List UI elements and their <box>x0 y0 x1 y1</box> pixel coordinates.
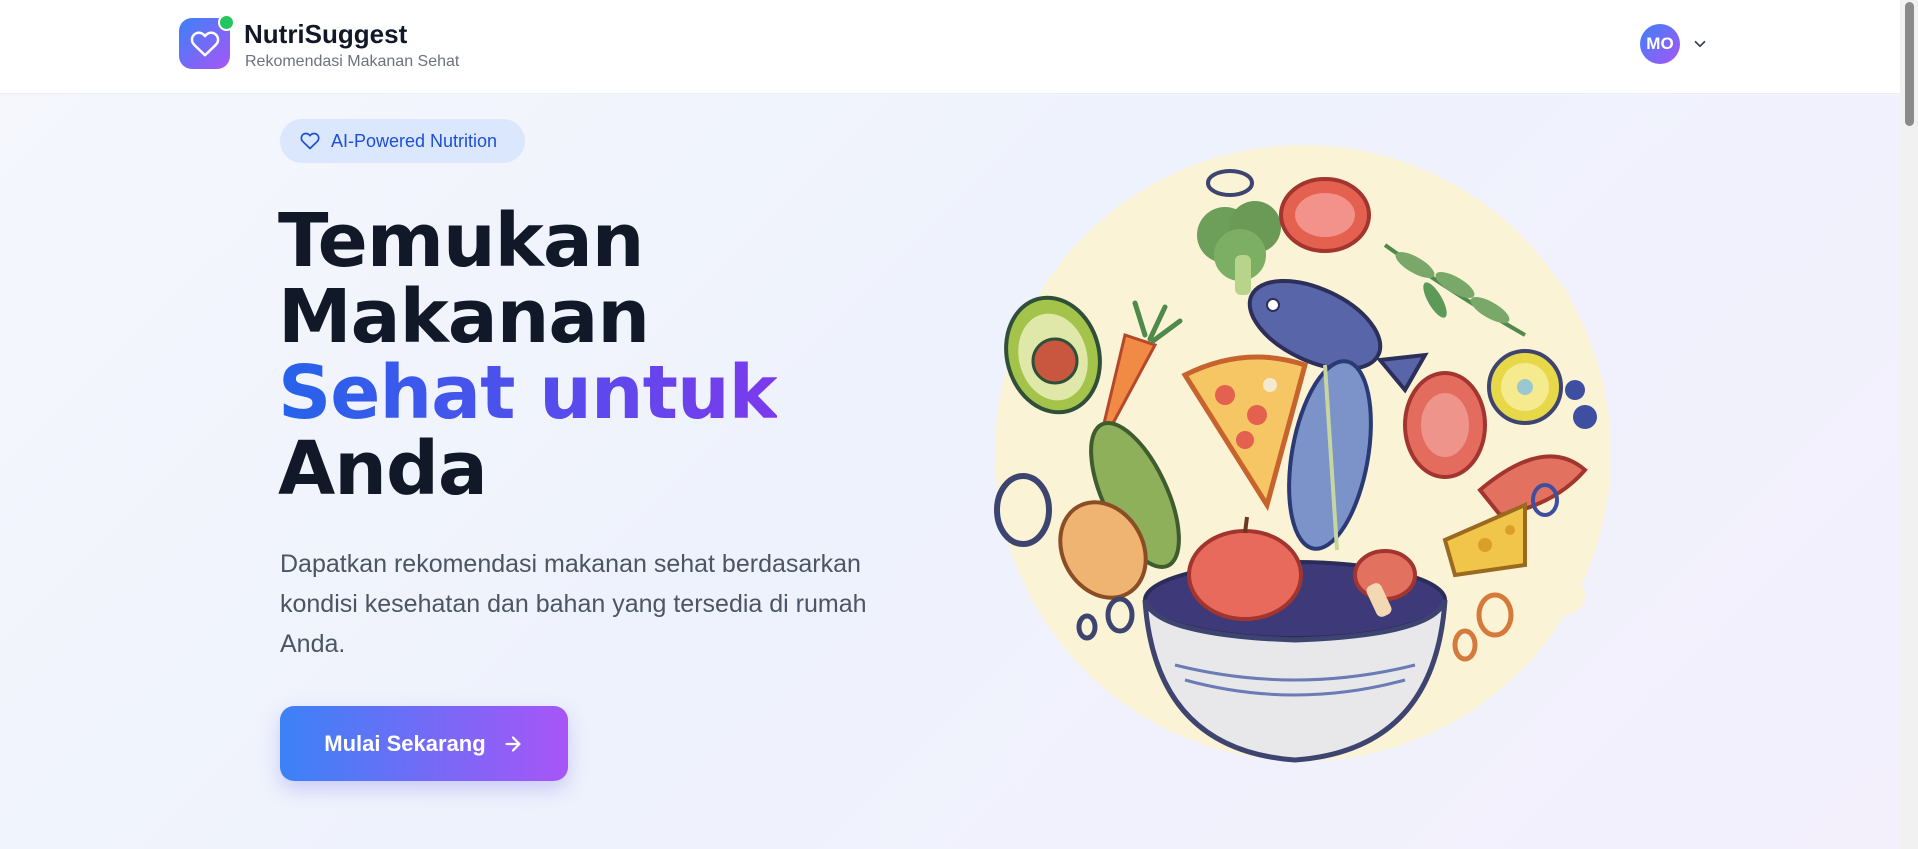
healthy-food-bowl-illustration <box>994 145 1610 763</box>
hero-headline: Temukan Makanan Sehat untuk Anda <box>278 203 778 507</box>
lemon-slice-icon <box>1487 349 1563 425</box>
tomato-slice-icon <box>1279 177 1371 253</box>
badge-label: AI-Powered Nutrition <box>331 130 498 151</box>
steak-icon <box>1403 371 1487 479</box>
start-now-label: Mulai Sekarang <box>324 730 486 756</box>
headline-line-1: Temukan <box>278 198 644 284</box>
heart-icon <box>190 31 219 56</box>
start-now-button[interactable]: Mulai Sekarang <box>280 706 568 781</box>
ai-nutrition-badge: AI-Powered Nutrition <box>280 119 525 163</box>
headline-highlight: Sehat untuk <box>278 350 778 436</box>
heart-icon <box>300 132 320 150</box>
top-navbar: NutriSuggest Rekomendasi Makanan Sehat M… <box>0 0 1900 94</box>
headline-line-4: Anda <box>278 426 488 512</box>
chevron-down-icon[interactable] <box>1691 35 1709 53</box>
user-avatar[interactable]: MO <box>1640 24 1680 64</box>
app-logo[interactable] <box>179 14 235 69</box>
brand-name[interactable]: NutriSuggest <box>244 19 407 50</box>
scrollbar-thumb[interactable] <box>1905 2 1914 126</box>
online-status-dot <box>218 14 235 31</box>
brand-tagline: Rekomendasi Makanan Sehat <box>245 53 460 70</box>
hero-description: Dapatkan rekomendasi makanan sehat berda… <box>280 550 867 658</box>
page-scrollbar[interactable] <box>1900 0 1918 849</box>
headline-line-2: Makanan <box>278 274 650 360</box>
arrow-right-icon <box>505 735 521 752</box>
